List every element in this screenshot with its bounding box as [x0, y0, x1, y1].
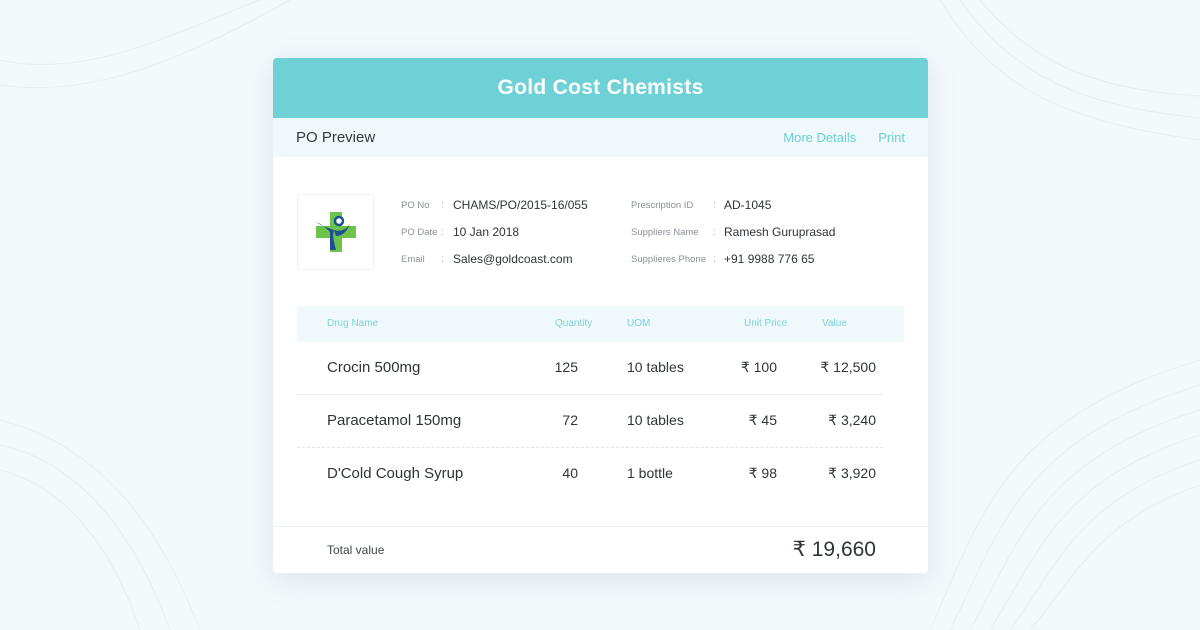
po-number-sep: : — [441, 199, 444, 211]
po-date-label: PO Date — [401, 226, 438, 238]
supplier-phone-label: Supplieres Phone — [631, 253, 706, 265]
po-number-value: CHAMS/PO/2015-16/055 — [453, 198, 588, 212]
quantity-cell: 125 — [554, 359, 578, 375]
po-date-field: PO Date : 10 Jan 2018 — [401, 224, 519, 240]
quantity-cell: 40 — [562, 465, 578, 481]
supplier-name-sep: : — [713, 226, 716, 238]
table-row: D'Cold Cough Syrup 40 1 bottle ₹ 98 ₹ 3,… — [297, 448, 883, 501]
uom-cell: 10 tables — [627, 359, 684, 375]
po-date-value: 10 Jan 2018 — [453, 225, 520, 239]
po-info-section: PO No : CHAMS/PO/2015-16/055 PO Date : 1… — [273, 157, 928, 307]
total-value-amount: ₹ 19,660 — [792, 538, 876, 561]
col-quantity: Quantity — [555, 318, 593, 329]
unit-price-cell: ₹ 100 — [740, 359, 777, 375]
email-value[interactable]: Sales@goldcoast.com — [453, 252, 573, 266]
total-value-label: Total value — [327, 543, 385, 557]
table-row: Crocin 500mg 125 10 tables ₹ 100 ₹ 12,50… — [297, 342, 883, 395]
supplier-name-label: Suppliers Name — [631, 226, 699, 238]
col-value: Value — [822, 318, 847, 329]
prescription-id-field: Prescription ID : AD-1045 — [631, 197, 771, 213]
unit-price-cell: ₹ 98 — [748, 465, 777, 481]
col-drug-name: Drug Name — [327, 318, 379, 329]
drug-table-header: Drug Name Quantity UOM Unit Price Value — [297, 306, 904, 342]
uom-cell: 10 tables — [627, 412, 684, 428]
purchase-order-card: Gold Cost Chemists PO Preview More Detai… — [273, 58, 928, 573]
drug-name-cell: Crocin 500mg — [327, 359, 421, 376]
supplier-name-value: Ramesh Guruprasad — [724, 225, 836, 239]
value-cell: ₹ 12,500 — [820, 359, 876, 375]
card-header: Gold Cost Chemists — [273, 58, 928, 118]
supplier-phone-sep: : — [713, 253, 716, 265]
print-link[interactable]: Print — [878, 130, 905, 145]
supplier-phone-field: Supplieres Phone : +91 9988 776 65 — [631, 251, 814, 267]
email-label: Email — [401, 253, 425, 265]
email-sep: : — [441, 253, 444, 265]
uom-cell: 1 bottle — [627, 465, 673, 481]
pharmacy-cross-logo-icon — [315, 212, 356, 252]
col-uom: UOM — [627, 318, 651, 329]
store-title: Gold Cost Chemists — [497, 76, 704, 99]
po-date-sep: : — [441, 226, 444, 238]
value-cell: ₹ 3,920 — [828, 465, 876, 481]
col-unit-price: Unit Price — [744, 318, 788, 329]
total-footer: Total value ₹ 19,660 — [273, 526, 928, 573]
more-details-link[interactable]: More Details — [783, 130, 856, 145]
supplier-phone-value: +91 9988 776 65 — [724, 252, 815, 266]
prescription-id-sep: : — [713, 199, 716, 211]
prescription-id-value: AD-1045 — [724, 198, 772, 212]
supplier-name-field: Suppliers Name : Ramesh Guruprasad — [631, 224, 835, 240]
company-logo — [297, 194, 374, 270]
table-row: Paracetamol 150mg 72 10 tables ₹ 45 ₹ 3,… — [297, 395, 883, 448]
prescription-id-label: Prescription ID — [631, 199, 694, 211]
email-field: Email : Sales@goldcoast.com — [401, 251, 573, 267]
po-preview-bar: PO Preview More Details Print — [273, 118, 928, 157]
drug-name-cell: D'Cold Cough Syrup — [327, 465, 464, 482]
value-cell: ₹ 3,240 — [828, 412, 876, 428]
po-preview-title: PO Preview — [296, 129, 376, 146]
po-number-label: PO No — [401, 199, 430, 211]
po-number-field: PO No : CHAMS/PO/2015-16/055 — [401, 197, 588, 213]
unit-price-cell: ₹ 45 — [748, 412, 777, 428]
quantity-cell: 72 — [562, 412, 578, 428]
drug-name-cell: Paracetamol 150mg — [327, 412, 462, 429]
